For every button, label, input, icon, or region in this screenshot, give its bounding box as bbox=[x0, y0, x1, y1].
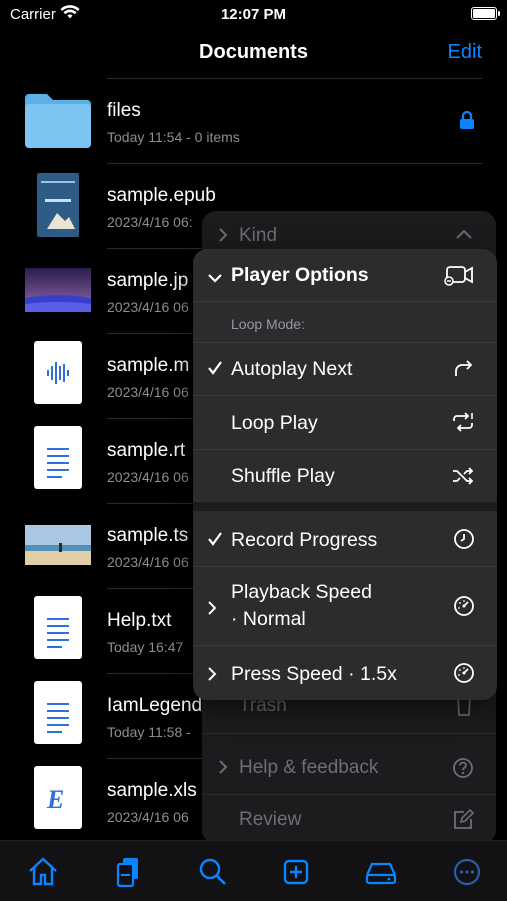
menu-divider bbox=[202, 733, 496, 734]
section-label: Loop Mode: bbox=[231, 316, 305, 332]
menu-item-label: Shuffle Play bbox=[231, 465, 335, 487]
compose-icon bbox=[452, 808, 475, 837]
file-name: files bbox=[107, 100, 141, 121]
menu-item-shuffle-play[interactable]: Shuffle Play bbox=[193, 450, 497, 502]
file-subtitle: 2023/4/16 06: bbox=[107, 214, 193, 230]
file-name: IamLegend bbox=[107, 695, 203, 716]
clock: 12:07 PM bbox=[220, 6, 287, 23]
excel-file-icon: E bbox=[34, 766, 82, 829]
menu-item-playback-speed[interactable]: Playback Speed · Normal bbox=[193, 567, 497, 645]
file-name: sample.jp bbox=[107, 270, 189, 291]
chevron-right-icon bbox=[218, 759, 228, 781]
file-name: sample.rt bbox=[107, 440, 186, 461]
menu-item-label: Press Speed · 1.5x bbox=[231, 663, 397, 685]
image-thumbnail bbox=[25, 262, 91, 318]
speedometer-icon bbox=[453, 595, 475, 623]
battery-icon bbox=[471, 7, 500, 20]
question-mark-icon bbox=[452, 757, 474, 785]
menu-item-label: Loop Play bbox=[231, 412, 318, 434]
file-name: sample.epub bbox=[107, 185, 216, 206]
video-player-icon bbox=[443, 264, 475, 292]
chevron-right-icon bbox=[207, 599, 217, 622]
menu-item-label: Review bbox=[239, 809, 302, 830]
speedometer-icon bbox=[453, 662, 475, 690]
file-name: sample.xls bbox=[107, 780, 197, 801]
text-file-icon bbox=[34, 596, 82, 659]
section-divider bbox=[193, 502, 497, 511]
file-subtitle: 2023/4/16 06 bbox=[107, 384, 189, 400]
file-subtitle: 2023/4/16 06 bbox=[107, 809, 189, 825]
more-icon[interactable] bbox=[450, 855, 484, 889]
epub-cover-icon bbox=[25, 173, 91, 237]
menu-header-player-options[interactable]: Player Options bbox=[193, 249, 497, 301]
menu-item-label: Autoplay Next bbox=[231, 358, 353, 380]
audio-file-icon bbox=[34, 341, 82, 404]
player-options-menu: Player Options Loop Mode: Autoplay Next … bbox=[193, 249, 497, 700]
documents-icon[interactable] bbox=[112, 855, 146, 889]
forward-arrow-icon bbox=[453, 358, 475, 386]
add-icon[interactable] bbox=[279, 855, 313, 889]
chevron-down-icon bbox=[207, 267, 223, 290]
search-icon[interactable] bbox=[196, 855, 230, 889]
file-subtitle: 2023/4/16 06 bbox=[107, 299, 189, 315]
file-name: sample.m bbox=[107, 355, 190, 376]
menu-item-help[interactable]: Help & feedback bbox=[202, 743, 496, 793]
video-thumbnail bbox=[25, 517, 91, 573]
file-subtitle: Today 11:58 - bbox=[107, 724, 191, 740]
menu-item-label: Kind bbox=[239, 225, 278, 246]
text-file-icon bbox=[34, 426, 82, 489]
svg-text:E: E bbox=[46, 785, 64, 814]
drive-icon[interactable] bbox=[364, 855, 398, 889]
navigation-bar: Documents Edit bbox=[0, 30, 507, 76]
menu-item-record-progress[interactable]: Record Progress bbox=[193, 511, 497, 566]
shuffle-icon bbox=[451, 465, 475, 493]
edit-button[interactable]: Edit bbox=[448, 41, 482, 64]
chevron-right-icon bbox=[218, 227, 228, 249]
file-subtitle: 2023/4/16 06 bbox=[107, 469, 189, 485]
menu-title: Player Options bbox=[231, 264, 369, 286]
checkmark-icon bbox=[207, 530, 223, 553]
file-name: sample.ts bbox=[107, 525, 189, 546]
chevron-right-icon bbox=[207, 665, 217, 688]
menu-item-review[interactable]: Review bbox=[202, 795, 496, 845]
clock-icon bbox=[453, 528, 475, 556]
menu-item-loop-play[interactable]: Loop Play bbox=[193, 396, 497, 449]
menu-item-label: Help & feedback bbox=[239, 757, 379, 778]
checkmark-icon bbox=[207, 359, 223, 382]
lock-icon[interactable] bbox=[459, 110, 475, 135]
row-divider bbox=[107, 78, 482, 79]
menu-item-press-speed[interactable]: Press Speed · 1.5x bbox=[193, 646, 497, 700]
file-subtitle: 2023/4/16 06 bbox=[107, 554, 189, 570]
home-icon[interactable] bbox=[26, 855, 60, 889]
status-bar: Carrier 12:07 PM bbox=[0, 0, 507, 30]
menu-item-sublabel: · Normal bbox=[231, 608, 306, 630]
chevron-up-icon bbox=[454, 225, 474, 251]
menu-item-label: Playback Speed bbox=[231, 581, 372, 603]
section-header: Loop Mode: bbox=[193, 302, 497, 342]
text-file-icon bbox=[34, 681, 82, 744]
file-name: Help.txt bbox=[107, 610, 172, 631]
list-item[interactable]: files Today 11:54 - 0 items bbox=[0, 78, 507, 163]
folder-icon bbox=[25, 92, 91, 148]
file-subtitle: Today 16:47 bbox=[107, 639, 184, 655]
page-title: Documents bbox=[199, 41, 308, 63]
tab-bar bbox=[0, 840, 507, 901]
menu-item-label: Record Progress bbox=[231, 529, 378, 551]
file-subtitle: Today 11:54 - 0 items bbox=[107, 129, 240, 145]
row-divider bbox=[107, 163, 482, 164]
menu-item-autoplay-next[interactable]: Autoplay Next bbox=[193, 343, 497, 395]
repeat-one-icon bbox=[451, 411, 475, 439]
